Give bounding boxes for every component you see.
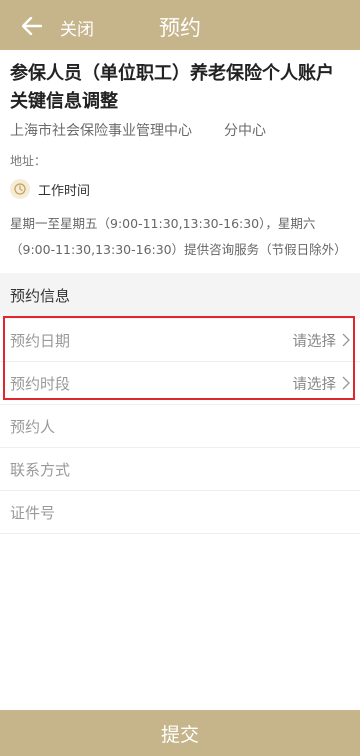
- appointee-field[interactable]: 预约人: [0, 405, 360, 448]
- worktime-label: 工作时间: [38, 183, 91, 199]
- appointment-date-row[interactable]: 预约日期 请选择: [0, 319, 360, 362]
- chevron-right-icon: [342, 376, 350, 390]
- service-title: 参保人员（单位职工）养老保险个人账户关键信息调整: [10, 63, 334, 112]
- worktime-detail: 星期一至星期五（9:00-11:30,13:30-16:30），星期六（9:00…: [10, 216, 347, 257]
- appointee-label: 预约人: [10, 417, 56, 436]
- section-divider: [0, 273, 360, 281]
- service-info: 参保人员（单位职工）养老保险个人账户关键信息调整 上海市社会保险事业管理中心 分…: [0, 50, 360, 263]
- address-label: 地址：: [10, 154, 47, 168]
- appointment-period-label: 预约时段: [10, 374, 71, 393]
- submit-button[interactable]: 提交: [0, 710, 360, 756]
- appointment-date-value: 请选择: [292, 333, 337, 350]
- branch-name: 分中心: [224, 123, 266, 139]
- appointment-period-row[interactable]: 预约时段 请选择: [0, 362, 360, 405]
- contact-label: 联系方式: [10, 460, 71, 479]
- section-title: 预约信息: [0, 281, 360, 319]
- contact-field[interactable]: 联系方式: [0, 448, 360, 491]
- department-row: 上海市社会保险事业管理中心 分中心: [10, 120, 350, 140]
- appointment-date-label: 预约日期: [10, 331, 71, 350]
- worktime-row: 工作时间: [10, 179, 350, 199]
- app-header: 关闭 预约: [0, 0, 360, 50]
- appointment-period-value: 请选择: [292, 376, 337, 393]
- id-number-label: 证件号: [10, 503, 56, 522]
- id-number-field[interactable]: 证件号: [0, 491, 360, 534]
- department-name: 上海市社会保险事业管理中心: [10, 123, 192, 139]
- chevron-right-icon: [342, 333, 350, 347]
- clock-icon: [10, 179, 30, 199]
- page-title: 预约: [159, 16, 201, 40]
